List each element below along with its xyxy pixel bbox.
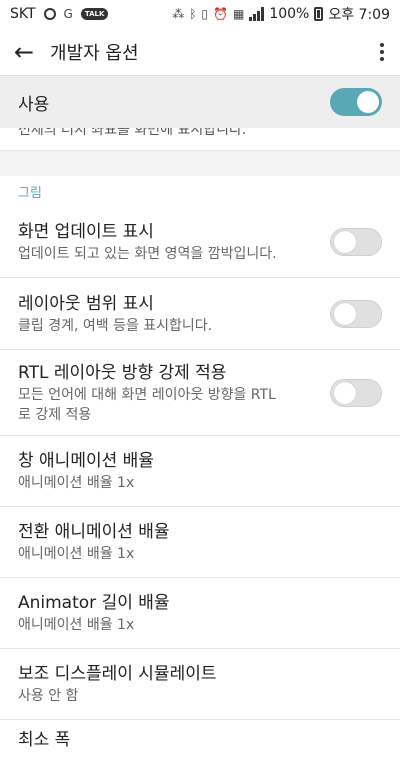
app-bar: ← 개발자 옵션 bbox=[0, 28, 400, 76]
section-divider bbox=[0, 150, 400, 176]
toggle-knob bbox=[357, 91, 379, 113]
force-rtl-layout-row[interactable]: RTL 레이아웃 방향 강제 적용 모든 언어에 대해 화면 레이아웃 방향을 … bbox=[0, 350, 400, 436]
battery-percent: 100% bbox=[269, 6, 310, 22]
section-header-drawing: 그림 bbox=[18, 185, 42, 201]
row-title: Animator 길이 배율 bbox=[18, 593, 170, 613]
back-arrow-icon[interactable]: ← bbox=[14, 38, 44, 66]
master-toggle[interactable] bbox=[330, 88, 382, 116]
row-title: RTL 레이아웃 방향 강제 적용 bbox=[18, 362, 227, 383]
row-subtitle: 업데이트 되고 있는 화면 영역을 깜박입니다. bbox=[18, 245, 277, 262]
alarm-icon: ⏰ bbox=[213, 7, 228, 21]
page-title: 개발자 옵션 bbox=[50, 42, 139, 64]
smallest-width-row[interactable]: 최소 폭 bbox=[0, 720, 400, 760]
hd-icon: ⁂ bbox=[172, 7, 185, 21]
row-subtitle: 애니메이션 배율 1x bbox=[18, 475, 135, 491]
app-notification-icon: G bbox=[63, 7, 73, 21]
transition-animation-scale-row[interactable]: 전환 애니메이션 배율 애니메이션 배율 1x bbox=[0, 507, 400, 578]
lte-icon: ▦ bbox=[232, 7, 245, 21]
signal-icon bbox=[249, 7, 265, 21]
clock: 오후 7:09 bbox=[328, 7, 390, 23]
status-bar: SKT G TALK ⁂ ᛒ ▯ ⏰ ▦ 100% 오후 7:09 bbox=[0, 0, 400, 28]
battery-icon bbox=[314, 7, 324, 21]
show-layout-bounds-toggle[interactable] bbox=[330, 299, 382, 328]
row-title: 창 애니메이션 배율 bbox=[18, 451, 154, 471]
master-toggle-label: 사용 bbox=[18, 94, 50, 115]
row-subtitle: 사용 안 함 bbox=[18, 688, 79, 704]
show-surface-updates-row[interactable]: 화면 업데이트 표시 업데이트 되고 있는 화면 영역을 깜박입니다. bbox=[0, 206, 400, 278]
animator-duration-scale-row[interactable]: Animator 길이 배율 애니메이션 배율 1x bbox=[0, 578, 400, 649]
simulate-secondary-display-row[interactable]: 보조 디스플레이 시뮬레이트 사용 안 함 bbox=[0, 649, 400, 720]
notification-icon bbox=[43, 8, 56, 20]
carrier-label: SKT bbox=[10, 6, 36, 22]
row-title: 최소 폭 bbox=[18, 730, 71, 750]
developer-options-master-row[interactable]: 사용 bbox=[0, 76, 400, 128]
show-layout-bounds-row[interactable]: 레이아웃 범위 표시 클립 경계, 여백 등을 표시합니다. bbox=[0, 278, 400, 350]
row-subtitle: 애니메이션 배율 1x bbox=[18, 546, 135, 562]
vibrate-icon: ▯ bbox=[201, 7, 209, 21]
kakaotalk-icon: TALK bbox=[80, 8, 109, 20]
row-subtitle: 클립 경계, 여백 등을 표시합니다. bbox=[18, 317, 213, 334]
row-title: 보조 디스플레이 시뮬레이트 bbox=[18, 664, 217, 684]
row-subtitle: 모든 언어에 대해 화면 레이아웃 방향을 RTL로 강제 적용 bbox=[18, 386, 276, 423]
partially-hidden-row: 전체의 터치 좌표를 화면에 표시합니다. bbox=[0, 128, 400, 150]
row-subtitle: 애니메이션 배율 1x bbox=[18, 617, 135, 633]
row-title: 레이아웃 범위 표시 bbox=[18, 293, 154, 314]
more-options-icon[interactable] bbox=[374, 39, 390, 65]
window-animation-scale-row[interactable]: 창 애니메이션 배율 애니메이션 배율 1x bbox=[0, 436, 400, 507]
row-title: 전환 애니메이션 배율 bbox=[18, 522, 170, 542]
partially-hidden-text: 전체의 터치 좌표를 화면에 표시합니다. bbox=[18, 128, 247, 138]
row-title: 화면 업데이트 표시 bbox=[18, 221, 154, 242]
show-surface-updates-toggle[interactable] bbox=[330, 227, 382, 256]
bluetooth-icon: ᛒ bbox=[189, 7, 197, 21]
force-rtl-layout-toggle[interactable] bbox=[330, 378, 382, 407]
